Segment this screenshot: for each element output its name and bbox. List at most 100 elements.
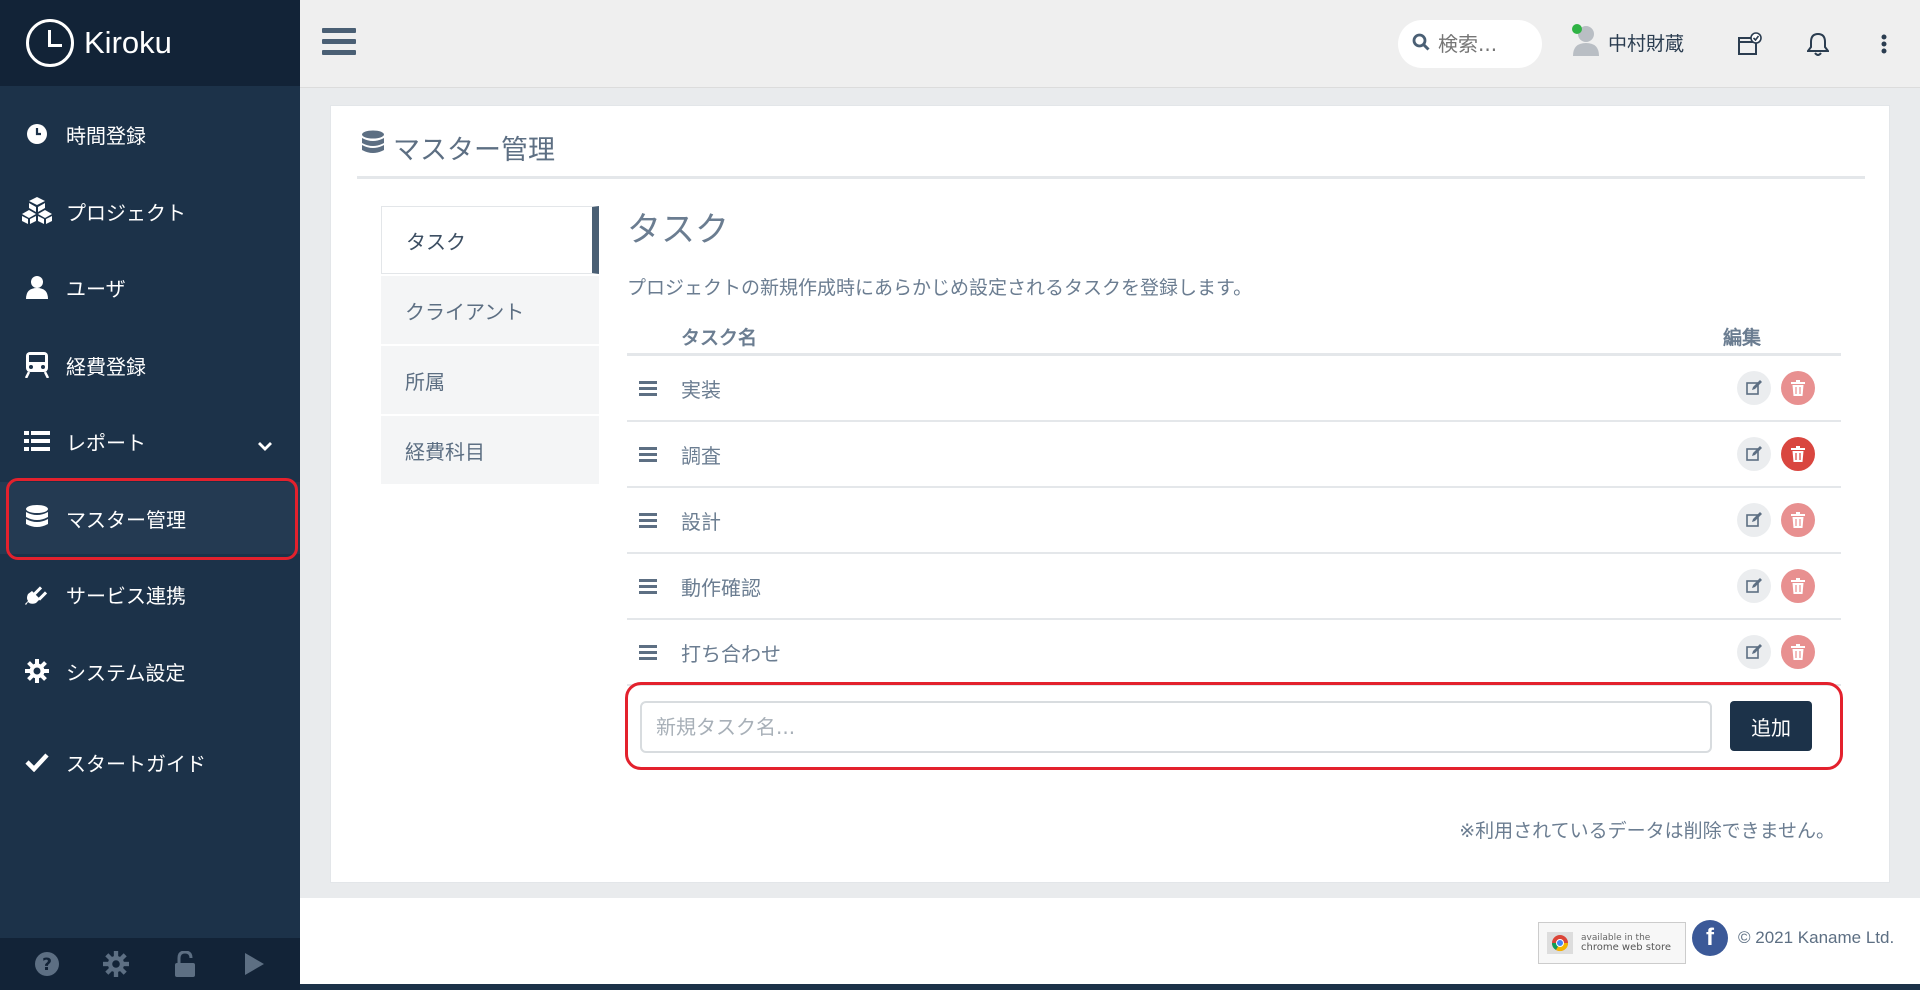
delete-note: ※利用されているデータは削除できません。 bbox=[1459, 820, 1835, 842]
sidebar-item-start-guide[interactable]: スタートガイド bbox=[0, 726, 300, 798]
sidebar-item-expense[interactable]: 経費登録 bbox=[0, 329, 300, 401]
search-input[interactable] bbox=[1438, 32, 1538, 56]
edit-button[interactable] bbox=[1737, 371, 1771, 405]
edit-button[interactable] bbox=[1737, 437, 1771, 471]
unlock-icon[interactable] bbox=[165, 944, 205, 984]
sidebar: Kiroku 時間登録 プロジェクト ユーザ 経費登録 レポート マスター管理 … bbox=[0, 0, 300, 990]
subnav-item-task[interactable]: タスク bbox=[381, 206, 599, 274]
divider bbox=[357, 176, 1865, 179]
gear-icon bbox=[20, 659, 54, 683]
sidebar-item-label: サービス連携 bbox=[66, 583, 186, 608]
subnav-item-expense-category[interactable]: 経費科目 bbox=[381, 416, 599, 484]
help-icon[interactable]: ? bbox=[27, 944, 67, 984]
new-task-name-input[interactable] bbox=[640, 701, 1712, 753]
trash-icon bbox=[1791, 644, 1805, 660]
drag-handle-icon[interactable] bbox=[639, 510, 657, 531]
bell-icon[interactable] bbox=[1802, 28, 1834, 60]
sidebar-item-label: システム設定 bbox=[66, 660, 186, 685]
subnav-item-client[interactable]: クライアント bbox=[381, 276, 599, 344]
settings-icon[interactable] bbox=[96, 944, 136, 984]
sidebar-item-label: 時間登録 bbox=[66, 123, 146, 148]
edit-button[interactable] bbox=[1737, 569, 1771, 603]
edit-icon bbox=[1746, 446, 1762, 461]
table-row: 調査 bbox=[627, 422, 1841, 488]
cubes-icon bbox=[20, 197, 54, 225]
chrome-web-store-badge[interactable]: available in the chrome web store bbox=[1538, 922, 1686, 964]
column-header-edit: 編集 bbox=[1722, 327, 1761, 349]
table-row: 打ち合わせ bbox=[627, 620, 1841, 686]
menu-toggle-icon[interactable] bbox=[322, 28, 356, 56]
chrome-web-store-text: available in the chrome web store bbox=[1581, 933, 1672, 953]
row-actions bbox=[1737, 371, 1815, 405]
task-section: タスク プロジェクトの新規作成時にあらかじめ設定されるタスクを登録します。 タス… bbox=[625, 202, 1843, 842]
plug-icon bbox=[20, 581, 54, 607]
table-row: 設計 bbox=[627, 488, 1841, 554]
sidebar-item-integration[interactable]: サービス連携 bbox=[0, 558, 300, 630]
search-box[interactable] bbox=[1398, 20, 1542, 68]
drag-handle-icon[interactable] bbox=[639, 576, 657, 597]
sidebar-item-label: レポート bbox=[66, 430, 146, 455]
drag-handle-icon[interactable] bbox=[639, 444, 657, 465]
topbar: 中村財蔵 bbox=[300, 0, 1920, 88]
calendar-check-icon[interactable] bbox=[1734, 28, 1766, 60]
sidebar-item-time[interactable]: 時間登録 bbox=[0, 98, 300, 170]
subnav-item-department[interactable]: 所属 bbox=[381, 346, 599, 414]
delete-button[interactable] bbox=[1781, 371, 1815, 405]
delete-button[interactable] bbox=[1781, 503, 1815, 537]
play-icon[interactable] bbox=[234, 944, 274, 984]
sidebar-item-user[interactable]: ユーザ bbox=[0, 251, 300, 323]
sidebar-item-project[interactable]: プロジェクト bbox=[0, 175, 300, 247]
online-status-dot bbox=[1572, 24, 1582, 34]
task-name: 設計 bbox=[681, 509, 721, 534]
edit-icon bbox=[1746, 380, 1762, 395]
user-icon bbox=[20, 275, 54, 299]
copyright: © 2021 Kaname Ltd. bbox=[1738, 928, 1895, 947]
footer: available in the chrome web store f © 20… bbox=[300, 898, 1920, 990]
row-actions bbox=[1737, 503, 1815, 537]
add-task-form: 追加 bbox=[625, 682, 1843, 770]
list-icon bbox=[20, 430, 54, 452]
page-title: マスター管理 bbox=[361, 128, 555, 167]
svg-text:?: ? bbox=[42, 955, 52, 975]
user-name: 中村財蔵 bbox=[1608, 32, 1685, 55]
brand[interactable]: Kiroku bbox=[0, 0, 300, 86]
sidebar-item-label: 経費登録 bbox=[66, 354, 146, 379]
facebook-icon[interactable]: f bbox=[1692, 920, 1728, 956]
task-name: 動作確認 bbox=[681, 575, 761, 600]
sidebar-item-report[interactable]: レポート bbox=[0, 405, 300, 477]
edit-icon bbox=[1746, 512, 1762, 527]
page-title-text: マスター管理 bbox=[393, 135, 555, 166]
sidebar-item-system[interactable]: システム設定 bbox=[0, 635, 300, 707]
column-header-name: タスク名 bbox=[681, 327, 758, 349]
drag-handle-icon[interactable] bbox=[639, 642, 657, 663]
chrome-store-logo-icon bbox=[1545, 926, 1575, 960]
database-icon bbox=[361, 130, 385, 165]
table-row: 実装 bbox=[627, 356, 1841, 422]
user-menu[interactable]: 中村財蔵 bbox=[1572, 24, 1684, 60]
master-subnav: タスク クライアント 所属 経費科目 bbox=[381, 206, 599, 486]
more-vertical-icon[interactable] bbox=[1868, 28, 1900, 60]
sidebar-item-label: スタートガイド bbox=[66, 751, 206, 776]
row-actions bbox=[1737, 635, 1815, 669]
row-actions bbox=[1737, 569, 1815, 603]
table-header: タスク名 編集 bbox=[627, 320, 1841, 356]
sidebar-item-label: マスター管理 bbox=[66, 507, 186, 532]
trash-icon bbox=[1791, 578, 1805, 594]
edit-button[interactable] bbox=[1737, 503, 1771, 537]
clock-icon bbox=[20, 123, 54, 145]
sidebar-item-master[interactable]: マスター管理 bbox=[0, 482, 300, 554]
trash-icon bbox=[1791, 380, 1805, 396]
footer-bar bbox=[300, 984, 1920, 990]
edit-icon bbox=[1746, 578, 1762, 593]
task-name: 打ち合わせ bbox=[681, 641, 781, 666]
add-task-button[interactable]: 追加 bbox=[1730, 701, 1812, 751]
table-row: 動作確認 bbox=[627, 554, 1841, 620]
delete-button[interactable] bbox=[1781, 635, 1815, 669]
drag-handle-icon[interactable] bbox=[639, 378, 657, 399]
task-name: 調査 bbox=[681, 443, 721, 468]
row-actions bbox=[1737, 437, 1815, 471]
delete-button[interactable] bbox=[1781, 569, 1815, 603]
edit-button[interactable] bbox=[1737, 635, 1771, 669]
delete-button[interactable] bbox=[1781, 437, 1815, 471]
sidebar-footer: ? bbox=[0, 938, 300, 990]
